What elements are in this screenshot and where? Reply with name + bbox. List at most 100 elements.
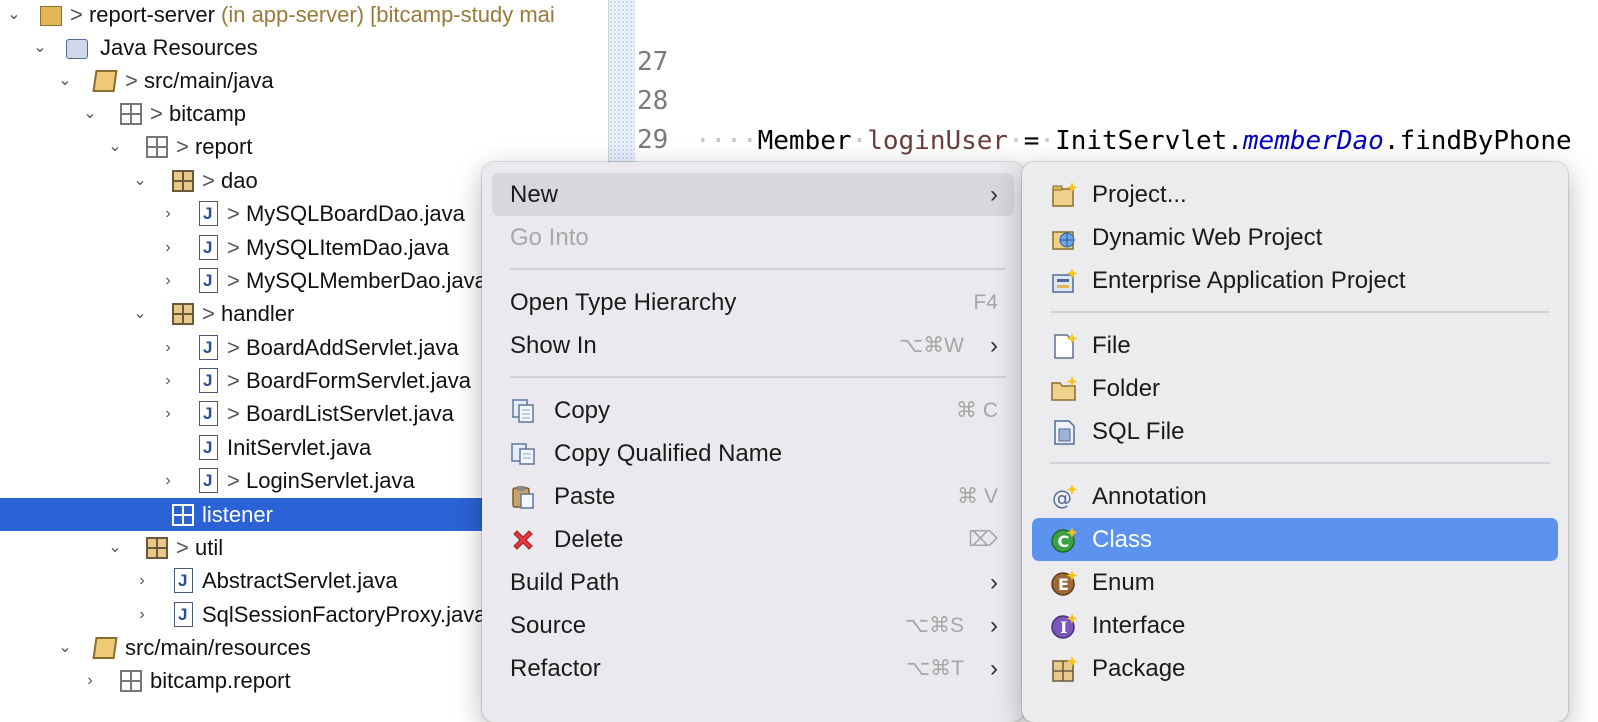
tree-row-label: MySQLMemberDao.java — [245, 268, 487, 293]
menu-item-open-type-hierarchy[interactable]: Open Type Hierarchy F4 — [492, 281, 1014, 324]
tree-row-label: LoginServlet.java — [245, 468, 415, 493]
chevron-right-icon[interactable]: › — [132, 598, 152, 631]
new-submenu: Project... Dynamic Web Project Enterpris… — [1022, 162, 1568, 722]
menu-item-label: Go Into — [510, 224, 589, 251]
java-file-icon — [174, 598, 193, 631]
tree-row-label: util — [194, 535, 224, 560]
java-file-icon — [174, 564, 193, 597]
submenu-item-enum[interactable]: E Enum — [1032, 561, 1558, 604]
menu-item-label: New — [510, 181, 559, 208]
chevron-down-icon[interactable]: ⌄ — [30, 31, 50, 64]
menu-item-label: Build Path — [510, 569, 620, 596]
chevron-down-icon[interactable]: ⌄ — [55, 64, 75, 97]
submenu-item-enterprise-application-project[interactable]: Enterprise Application Project — [1032, 259, 1558, 302]
chevron-right-icon: › — [990, 181, 998, 208]
submenu-item-sql-file[interactable]: SQL File — [1032, 410, 1558, 453]
chevron-right-icon[interactable]: › — [158, 264, 178, 297]
tree-row-src-main-java[interactable]: ⌄ > src/main/java — [0, 64, 608, 97]
package-icon — [120, 103, 142, 125]
tree-row-label: bitcamp — [168, 101, 247, 126]
submenu-item-annotation[interactable]: @ Annotation — [1032, 475, 1558, 518]
tree-row-decor: > — [227, 368, 246, 393]
menu-item-shortcut: ⌘ C — [956, 399, 998, 422]
submenu-item-folder[interactable]: Folder — [1032, 367, 1558, 410]
submenu-item-interface[interactable]: I Interface — [1032, 604, 1558, 647]
chevron-right-icon[interactable]: › — [80, 664, 100, 697]
chevron-right-icon[interactable]: › — [158, 197, 178, 230]
tree-row-decor: > — [227, 335, 246, 360]
tree-row-bitcamp[interactable]: ⌄ > bitcamp — [0, 97, 608, 130]
chevron-right-icon[interactable]: › — [158, 331, 178, 364]
submenu-item-file[interactable]: File — [1032, 324, 1558, 367]
menu-item-copy-qualified-name[interactable]: Copy Qualified Name — [492, 432, 1014, 475]
tree-row-java-resources[interactable]: ⌄ Java Resources — [0, 31, 608, 64]
chevron-right-icon[interactable]: › — [158, 231, 178, 264]
paste-icon — [512, 486, 534, 509]
chevron-down-icon[interactable]: ⌄ — [130, 164, 150, 197]
menu-item-copy[interactable]: Copy ⌘ C — [492, 389, 1014, 432]
menu-item-paste[interactable]: Paste ⌘ V — [492, 475, 1014, 518]
menu-item-shortcut: ⌥⌘S — [904, 614, 964, 637]
menu-item-label: Package — [1092, 655, 1186, 682]
web-project-icon — [1052, 231, 1075, 250]
tree-row-label: BoardListServlet.java — [245, 401, 454, 426]
tree-row-label: BoardAddServlet.java — [245, 335, 459, 360]
tree-row-label: dao — [220, 168, 258, 193]
menu-item-new[interactable]: New › — [492, 173, 1014, 216]
menu-item-show-in[interactable]: Show In ⌥⌘W › — [492, 324, 1014, 367]
submenu-item-project[interactable]: Project... — [1032, 173, 1558, 216]
menu-item-label: Enum — [1092, 569, 1155, 596]
menu-item-go-into[interactable]: Go Into — [492, 216, 1014, 259]
menu-item-shortcut: ⌥⌘T — [905, 657, 964, 680]
tree-row-decor: > — [227, 401, 246, 426]
menu-item-label: Annotation — [1092, 483, 1207, 510]
chevron-right-icon[interactable]: › — [158, 364, 178, 397]
menu-item-source[interactable]: Source ⌥⌘S › — [492, 604, 1014, 647]
submenu-item-class[interactable]: C Class — [1032, 518, 1558, 561]
menu-separator — [1050, 311, 1550, 313]
chevron-right-icon[interactable]: › — [158, 397, 178, 430]
chevron-down-icon[interactable]: ⌄ — [80, 97, 100, 130]
menu-item-refactor[interactable]: Refactor ⌥⌘T › — [492, 647, 1014, 690]
tree-row-label: src/main/java — [143, 68, 274, 93]
tree-row-label: report — [194, 134, 253, 159]
package-icon — [120, 670, 142, 692]
tree-row-label: bitcamp.report — [150, 668, 291, 693]
menu-separator — [510, 376, 1006, 378]
svg-text:I: I — [1060, 618, 1067, 637]
chevron-down-icon[interactable]: ⌄ — [55, 631, 75, 664]
java-file-icon — [199, 197, 218, 230]
interface-icon: I — [1051, 613, 1078, 639]
chevron-right-icon: › — [990, 569, 998, 596]
chevron-down-icon[interactable]: ⌄ — [105, 130, 125, 163]
menu-item-label: File — [1092, 332, 1131, 359]
package-icon — [1052, 656, 1078, 682]
tree-row-project[interactable]: ⌄ > report-server (in app-server) [bitca… — [0, 0, 608, 31]
new-file-icon — [1054, 333, 1078, 359]
chevron-down-icon[interactable]: ⌄ — [130, 297, 150, 330]
tree-row-decor: > — [125, 68, 144, 93]
chevron-right-icon: › — [990, 332, 998, 359]
java-file-icon — [199, 397, 218, 430]
chevron-down-icon[interactable]: ⌄ — [4, 0, 24, 31]
tree-row-decor: > — [176, 134, 195, 159]
submenu-item-package[interactable]: Package — [1032, 647, 1558, 690]
menu-item-build-path[interactable]: Build Path › — [492, 561, 1014, 604]
submenu-item-dynamic-web-project[interactable]: Dynamic Web Project — [1032, 216, 1558, 259]
class-icon: C — [1051, 527, 1078, 553]
java-file-icon — [199, 464, 218, 497]
menu-item-delete[interactable]: Delete ⌦ — [492, 518, 1014, 561]
tree-row-report[interactable]: ⌄ > report — [0, 130, 608, 163]
tree-row-decor: > — [70, 2, 89, 27]
code-line: 30 ····if (loginUser != null) { — [609, 119, 1598, 234]
chevron-down-icon[interactable]: ⌄ — [105, 531, 125, 564]
tree-row-label: MySQLItemDao.java — [245, 235, 449, 260]
code-line: 27 — [609, 2, 1598, 77]
chevron-right-icon[interactable]: › — [132, 564, 152, 597]
tree-row-suffix: (in app-server) [bitcamp-study mai — [214, 2, 555, 27]
ear-project-icon — [1052, 268, 1078, 293]
chevron-right-icon[interactable]: › — [158, 464, 178, 497]
menu-item-label: SQL File — [1092, 418, 1185, 445]
menu-item-label: Class — [1092, 526, 1153, 553]
java-file-icon — [199, 231, 218, 264]
